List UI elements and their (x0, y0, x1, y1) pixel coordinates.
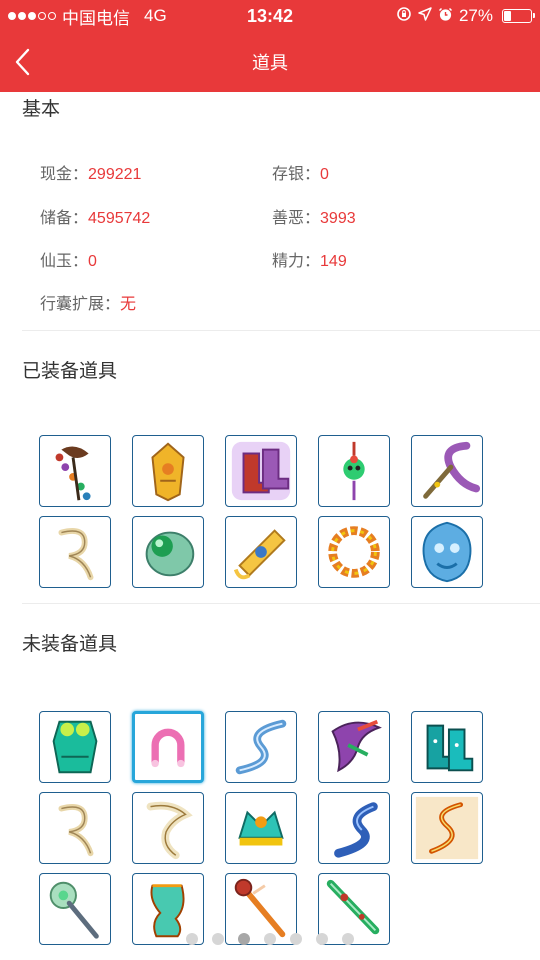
item-page-content[interactable]: 基本 现金：299221 存银：0 储备：4595742 善恶：3993 仙玉：… (0, 92, 540, 960)
carrier-name: 中国电信 (62, 8, 130, 28)
status-bar: 中国电信 4G 13:42 27% (0, 0, 540, 32)
purple-ribbon-whip-icon (423, 441, 481, 499)
item-slot[interactable] (318, 435, 390, 507)
page-dot[interactable] (264, 933, 276, 945)
bag-value: 无 (120, 296, 137, 313)
item-slot[interactable] (411, 792, 483, 864)
amber-bead-bracelet-icon (328, 526, 380, 578)
deposit-value: 0 (320, 166, 329, 183)
item-slot[interactable] (318, 792, 390, 864)
item-slot[interactable] (318, 711, 390, 783)
battery-icon (502, 9, 535, 23)
page-title: 道具 (252, 53, 288, 73)
page-dot[interactable] (238, 933, 250, 945)
teal-boots-icon (426, 724, 474, 772)
fire-serpent-whip-icon (415, 796, 479, 860)
reserve-value: 4595742 (88, 210, 151, 227)
energy-value: 149 (320, 253, 347, 270)
pink-horseshoe-ring-icon (151, 728, 185, 768)
page-dot[interactable] (342, 933, 354, 945)
skull-pendant-icon (343, 441, 365, 501)
item-slot[interactable] (225, 516, 297, 588)
page-dot[interactable] (212, 933, 224, 945)
item-slot[interactable] (225, 792, 297, 864)
cash-label: 现金： (40, 166, 89, 183)
section-title-equipped: 已装备道具 (22, 361, 118, 382)
page-dot[interactable] (186, 933, 198, 945)
item-slot[interactable] (39, 792, 111, 864)
item-slot[interactable] (411, 516, 483, 588)
rotation-lock-icon (396, 6, 412, 26)
item-slot[interactable] (411, 435, 483, 507)
blue-silk-ribbon-icon (334, 802, 378, 858)
item-slot[interactable] (39, 435, 111, 507)
info-bag-expansion: 行囊扩展：无 (40, 290, 136, 314)
green-armor-icon (52, 720, 98, 774)
chevron-left-icon (15, 48, 30, 76)
cash-value: 299221 (88, 166, 142, 183)
bone-hook-icon (58, 804, 94, 857)
info-jade: 仙玉：0 (40, 247, 97, 271)
item-slot[interactable] (132, 711, 204, 783)
network-type: 4G (144, 6, 167, 25)
golden-armor-icon (151, 442, 185, 502)
section-title-basic: 基本 (22, 99, 61, 120)
item-slot[interactable] (132, 792, 204, 864)
info-karma: 善恶：3993 (272, 204, 356, 228)
location-arrow-icon (418, 7, 432, 25)
deposit-label: 存银： (272, 166, 321, 183)
item-slot[interactable] (132, 435, 204, 507)
info-deposit: 存银：0 (272, 160, 329, 184)
flower-garland-weapon-icon (55, 446, 91, 501)
page-dot[interactable] (290, 933, 302, 945)
back-button[interactable] (10, 44, 40, 80)
item-slot[interactable] (411, 711, 483, 783)
purple-boots-icon (231, 441, 291, 501)
battery-percent: 27% (458, 6, 493, 25)
item-slot[interactable] (132, 516, 204, 588)
status-right: 27% (396, 6, 535, 26)
jeweled-crown-icon (238, 810, 284, 846)
item-slot[interactable] (39, 516, 111, 588)
item-slot[interactable] (318, 516, 390, 588)
item-slot[interactable] (225, 711, 297, 783)
divider (22, 330, 540, 331)
signal-strength-icon (8, 12, 56, 20)
status-left: 中国电信 4G (8, 4, 167, 29)
divider (22, 603, 540, 604)
bone-hook-icon (58, 528, 94, 581)
item-slot[interactable] (39, 711, 111, 783)
info-energy: 精力：149 (272, 247, 347, 271)
jade-value: 0 (88, 253, 97, 270)
blue-ribbon-icon (235, 719, 287, 775)
white-claw-icon (146, 801, 193, 860)
golden-fan-icon (233, 529, 286, 580)
blue-crystal-mask-icon (422, 521, 472, 583)
energy-label: 精力： (272, 253, 321, 270)
karma-value: 3993 (320, 210, 356, 227)
dragon-claw-icon (331, 719, 382, 773)
section-title-unequipped: 未装备道具 (22, 634, 118, 655)
info-reserve: 储备：4595742 (40, 204, 150, 228)
reserve-label: 储备： (40, 210, 89, 227)
karma-label: 善恶： (272, 210, 321, 227)
alarm-icon (438, 7, 453, 26)
jade-amulet-icon (145, 531, 195, 577)
bag-label: 行囊扩展： (40, 296, 121, 313)
jade-label: 仙玉： (40, 253, 89, 270)
nav-bar: 道具 (0, 32, 540, 92)
info-cash: 现金：299221 (40, 160, 141, 184)
item-slot[interactable] (225, 435, 297, 507)
page-dot[interactable] (316, 933, 328, 945)
page-indicator[interactable] (0, 933, 540, 945)
